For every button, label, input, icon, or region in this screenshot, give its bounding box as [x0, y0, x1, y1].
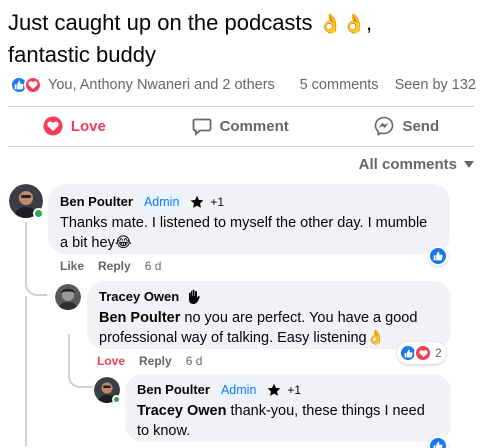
avatar[interactable] [94, 377, 121, 404]
comment-icon [192, 118, 211, 136]
reply-link[interactable]: Reply [139, 354, 172, 368]
seen-by-count[interactable]: Seen by 132 [395, 77, 476, 93]
admin-badge[interactable]: Admin [215, 381, 262, 399]
comment-actions: Love Reply 6 d [97, 354, 202, 368]
wave-hand-icon [189, 289, 200, 304]
comment-time[interactable]: 6 d [145, 259, 162, 273]
love-label: Love [70, 117, 106, 135]
comment-bubble: Tracey Owen Ben Poulter no you are perfe… [87, 281, 451, 349]
avatar[interactable] [55, 284, 81, 310]
reactors-text[interactable]: You, Anthony Nwaneri and 2 others [48, 77, 275, 93]
like-link[interactable]: Like [60, 259, 84, 273]
comment-author-row: Ben Poulter Admin +1 [137, 380, 439, 400]
send-button[interactable]: Send [374, 116, 439, 136]
post-actions: Love Comment Send [0, 107, 482, 145]
all-comments-dropdown[interactable]: All comments [359, 156, 474, 173]
ok-hand-emoji: 👌 [342, 14, 366, 35]
like-icon [433, 251, 443, 261]
online-indicator [33, 208, 44, 219]
comment-author[interactable]: Ben Poulter [60, 192, 133, 212]
admin-badge[interactable]: Admin [138, 193, 185, 211]
thread-line [25, 296, 27, 446]
post-text-line1: Just caught up on the podcasts [8, 10, 319, 35]
messenger-icon [375, 116, 394, 136]
heart-icon [24, 76, 42, 94]
star-icon [268, 383, 281, 396]
ok-hand-emoji: 👌 [318, 14, 343, 35]
like-icon [433, 441, 443, 448]
comment-bubble: Ben Poulter Admin +1 Thanks mate. I list… [48, 184, 450, 254]
avatar[interactable] [9, 184, 44, 219]
reaction-summary[interactable]: 2 [397, 342, 446, 364]
avatar-photo [55, 284, 81, 310]
like-reaction-badge[interactable] [428, 246, 448, 266]
badge-count: +1 [210, 195, 225, 209]
all-comments-label: All comments [358, 156, 457, 173]
comment-text: Tracey Owen thank-you, these things I ne… [137, 401, 439, 441]
caret-down-icon [464, 161, 474, 168]
comment-author[interactable]: Tracey Owen [99, 287, 179, 307]
comment-label: Comment [219, 117, 289, 135]
thread-line [25, 222, 47, 296]
heart-icon [414, 344, 432, 362]
post-text-comma: , [366, 10, 373, 35]
comment-author-row: Ben Poulter Admin +1 [60, 192, 438, 212]
badge-count: +1 [287, 383, 302, 397]
online-indicator [112, 395, 121, 404]
send-label: Send [402, 117, 440, 135]
reply-link[interactable]: Reply [98, 259, 131, 273]
laughing-emoji: 😂 [114, 235, 132, 251]
comments-count[interactable]: 5 comments [300, 77, 379, 93]
post-text: Just caught up on the podcasts 👌👌, fanta… [8, 8, 474, 70]
comment-text: Thanks mate. I listened to myself the ot… [60, 213, 438, 253]
like-reaction-badge[interactable] [428, 436, 448, 448]
love-button[interactable]: Love [43, 116, 106, 136]
post-stats: You, Anthony Nwaneri and 2 others 5 comm… [10, 74, 476, 96]
comment-author[interactable]: Ben Poulter [137, 380, 210, 400]
reaction-icons[interactable] [10, 76, 42, 94]
comment-bubble: Ben Poulter Admin +1 Tracey Owen thank-y… [125, 374, 451, 442]
ok-hand-emoji: 👌 [366, 330, 385, 346]
reaction-count: 2 [435, 346, 442, 360]
comment-time[interactable]: 6 d [186, 354, 203, 368]
post-text-line2: fantastic buddy [8, 42, 156, 67]
mention-link[interactable]: Ben Poulter [99, 310, 180, 326]
divider [8, 146, 474, 147]
mention-link[interactable]: Tracey Owen [137, 403, 226, 419]
thread-line [68, 334, 93, 388]
comment-text: Ben Poulter no you are perfect. You have… [99, 308, 439, 348]
heart-icon [43, 116, 63, 136]
comment-button[interactable]: Comment [192, 116, 289, 136]
comment-actions: Like Reply 6 d [60, 259, 161, 273]
comment-author-row: Tracey Owen [99, 287, 439, 307]
love-link[interactable]: Love [97, 354, 125, 368]
star-icon [191, 195, 204, 208]
